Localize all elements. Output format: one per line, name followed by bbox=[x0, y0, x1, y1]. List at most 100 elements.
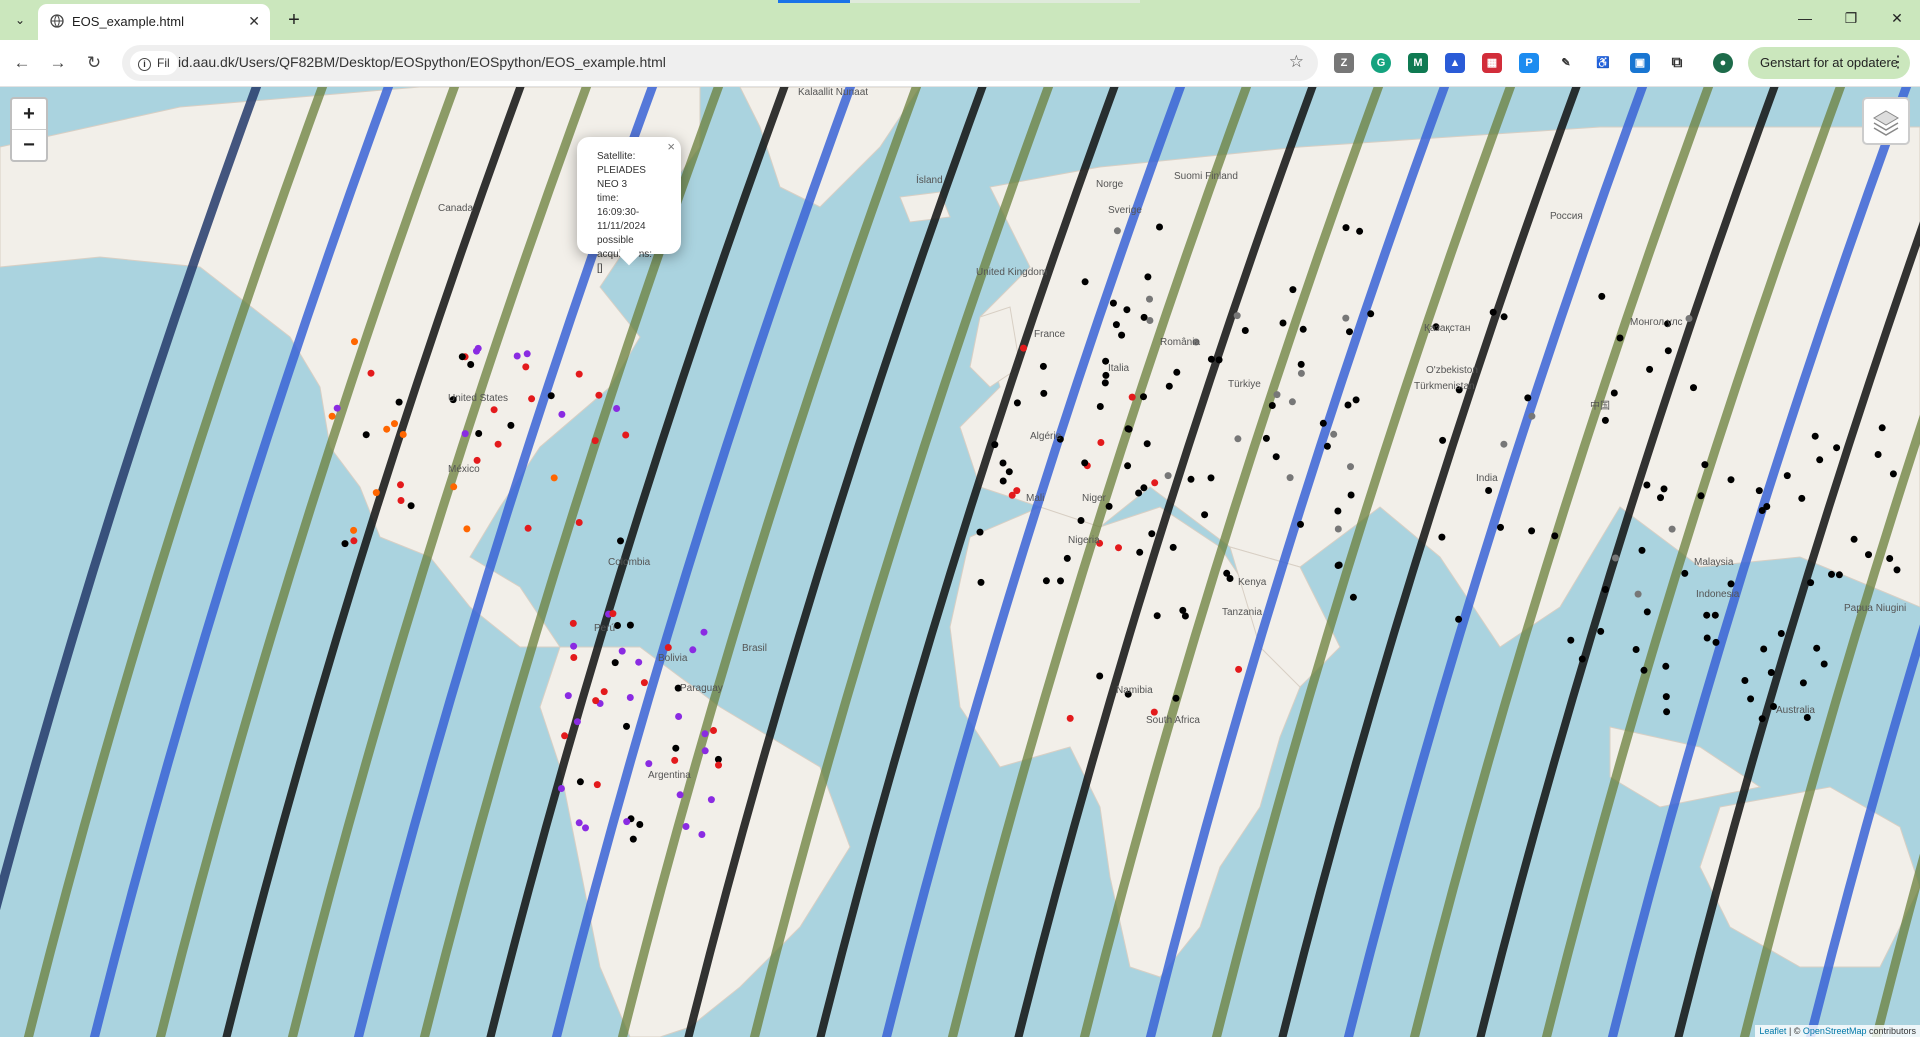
acquisition-point[interactable] bbox=[1187, 475, 1195, 483]
acquisition-point[interactable] bbox=[1066, 714, 1074, 722]
acquisition-point[interactable] bbox=[1040, 389, 1048, 397]
leaflet-map[interactable]: Kalaallit Nunaat Canada United States Méxic… bbox=[0, 87, 1920, 1037]
acquisition-point[interactable] bbox=[1500, 440, 1508, 448]
acquisition-point[interactable] bbox=[1741, 677, 1749, 684]
acquisition-point[interactable] bbox=[1169, 543, 1177, 551]
acquisition-point[interactable] bbox=[557, 785, 565, 792]
acquisition-point[interactable] bbox=[1727, 476, 1735, 484]
acquisition-point[interactable] bbox=[1235, 665, 1243, 673]
acquisition-point[interactable] bbox=[1005, 468, 1013, 476]
acquisition-point[interactable] bbox=[391, 420, 398, 428]
extensions-puzzle-icon[interactable]: ⧉ bbox=[1667, 53, 1687, 73]
acquisition-point[interactable] bbox=[1681, 569, 1689, 577]
acquisition-point[interactable] bbox=[473, 456, 481, 464]
restore-button[interactable]: ❐ bbox=[1841, 10, 1861, 27]
acquisition-point[interactable] bbox=[1578, 655, 1586, 663]
acquisition-point[interactable] bbox=[1330, 430, 1338, 438]
acquisition-point[interactable] bbox=[1807, 579, 1815, 587]
acquisition-point[interactable] bbox=[333, 404, 341, 412]
acquisition-point[interactable] bbox=[1632, 646, 1640, 653]
acquisition-point[interactable] bbox=[1344, 401, 1352, 409]
back-button[interactable]: ← bbox=[10, 51, 34, 75]
acquisition-point[interactable] bbox=[707, 796, 715, 804]
acquisition-point[interactable] bbox=[645, 760, 653, 768]
acquisition-point[interactable] bbox=[570, 654, 578, 661]
acquisition-point[interactable] bbox=[1703, 634, 1711, 642]
address-bar[interactable]: i Fil id.aau.dk/Users/QF82BM/Desktop/EOSp… bbox=[122, 45, 1318, 81]
acquisition-point[interactable] bbox=[1124, 462, 1132, 470]
acquisition-point[interactable] bbox=[1179, 606, 1187, 614]
acquisition-point[interactable] bbox=[1711, 611, 1719, 619]
acquisition-point[interactable] bbox=[999, 477, 1007, 485]
acquisition-point[interactable] bbox=[475, 430, 483, 437]
acquisition-point[interactable] bbox=[1297, 369, 1305, 377]
acquisition-point[interactable] bbox=[701, 747, 709, 755]
acquisition-point[interactable] bbox=[490, 406, 498, 414]
acquisition-point[interactable] bbox=[635, 658, 643, 666]
acquisition-point[interactable] bbox=[399, 431, 407, 438]
acquisition-point[interactable] bbox=[524, 524, 532, 532]
acquisition-point[interactable] bbox=[1668, 525, 1676, 533]
acquisition-point[interactable] bbox=[1524, 394, 1532, 402]
acquisition-point[interactable] bbox=[1783, 472, 1791, 480]
acquisition-point[interactable] bbox=[1289, 286, 1297, 294]
acquisition-point[interactable] bbox=[1234, 435, 1242, 443]
acquisition-point[interactable] bbox=[1215, 356, 1223, 364]
acquisition-point[interactable] bbox=[1112, 321, 1120, 329]
acquisition-point[interactable] bbox=[1601, 416, 1609, 424]
acquisition-point[interactable] bbox=[1798, 494, 1806, 502]
acquisition-point[interactable] bbox=[1146, 295, 1153, 303]
acquisition-point[interactable] bbox=[407, 502, 415, 510]
acquisition-point[interactable] bbox=[341, 540, 349, 548]
acquisition-point[interactable] bbox=[1799, 679, 1807, 687]
acquisition-point[interactable] bbox=[1528, 527, 1536, 535]
osm-link[interactable]: OpenStreetMap bbox=[1803, 1026, 1867, 1036]
acquisition-point[interactable] bbox=[1128, 393, 1136, 401]
acquisition-point[interactable] bbox=[1153, 612, 1161, 620]
acquisition-point[interactable] bbox=[1886, 555, 1894, 562]
reload-button[interactable]: ↻ bbox=[82, 51, 106, 75]
acquisition-point[interactable] bbox=[1096, 403, 1104, 410]
extension-mortarboard-icon[interactable]: ▲ bbox=[1445, 53, 1465, 73]
acquisition-point[interactable] bbox=[1878, 424, 1886, 432]
acquisition-point[interactable] bbox=[1865, 551, 1872, 559]
layers-control-button[interactable] bbox=[1862, 97, 1910, 145]
extension-z-icon[interactable]: Z bbox=[1334, 53, 1354, 73]
acquisition-point[interactable] bbox=[1439, 436, 1447, 444]
acquisition-point[interactable] bbox=[1850, 535, 1858, 543]
acquisition-point[interactable] bbox=[617, 537, 624, 545]
acquisition-point[interactable] bbox=[664, 644, 672, 651]
site-info-chip[interactable]: i Fil bbox=[130, 51, 178, 75]
acquisition-point[interactable] bbox=[1347, 463, 1354, 471]
acquisition-point[interactable] bbox=[362, 431, 370, 439]
acquisition-point[interactable] bbox=[1077, 517, 1085, 524]
acquisition-point[interactable] bbox=[1643, 608, 1651, 616]
acquisition-point[interactable] bbox=[595, 391, 603, 399]
acquisition-point[interactable] bbox=[1662, 693, 1670, 701]
acquisition-point[interactable] bbox=[397, 497, 405, 504]
acquisition-point[interactable] bbox=[1113, 227, 1121, 235]
acquisition-point[interactable] bbox=[463, 525, 471, 533]
acquisition-point[interactable] bbox=[1612, 554, 1619, 562]
acquisition-point[interactable] bbox=[1551, 532, 1559, 540]
bookmark-star-icon[interactable]: ☆ bbox=[1289, 52, 1304, 72]
acquisition-point[interactable] bbox=[1201, 511, 1209, 519]
acquisition-point[interactable] bbox=[682, 823, 690, 830]
acquisition-point[interactable] bbox=[1663, 708, 1671, 716]
acquisition-point[interactable] bbox=[1601, 586, 1609, 593]
acquisition-point[interactable] bbox=[1335, 561, 1343, 569]
acquisition-point[interactable] bbox=[1319, 419, 1327, 427]
acquisition-point[interactable] bbox=[395, 398, 403, 406]
extension-grammarly-icon[interactable]: G bbox=[1371, 53, 1391, 73]
acquisition-point[interactable] bbox=[1616, 334, 1624, 342]
acquisition-point[interactable] bbox=[623, 722, 630, 730]
acquisition-point[interactable] bbox=[1813, 644, 1821, 652]
acquisition-point[interactable] bbox=[1777, 630, 1785, 637]
acquisition-point[interactable] bbox=[1610, 389, 1618, 397]
acquisition-point[interactable] bbox=[675, 713, 683, 720]
acquisition-point[interactable] bbox=[513, 352, 521, 360]
acquisition-point[interactable] bbox=[1164, 472, 1172, 480]
acquisition-point[interactable] bbox=[1241, 327, 1249, 334]
new-tab-button[interactable]: + bbox=[282, 8, 306, 32]
acquisition-point[interactable] bbox=[1146, 317, 1154, 324]
